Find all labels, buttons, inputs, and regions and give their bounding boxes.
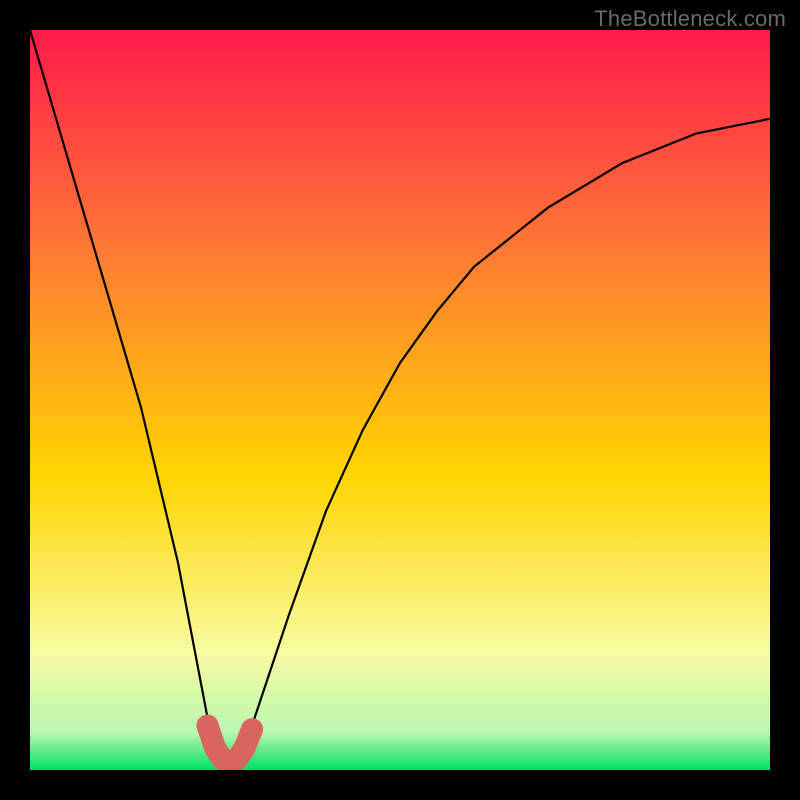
chart-svg	[30, 30, 770, 770]
plot-area	[30, 30, 770, 770]
chart-frame: TheBottleneck.com	[0, 0, 800, 800]
watermark-text: TheBottleneck.com	[594, 6, 786, 32]
highlight-dot	[197, 715, 219, 737]
highlight-dot	[241, 718, 263, 740]
